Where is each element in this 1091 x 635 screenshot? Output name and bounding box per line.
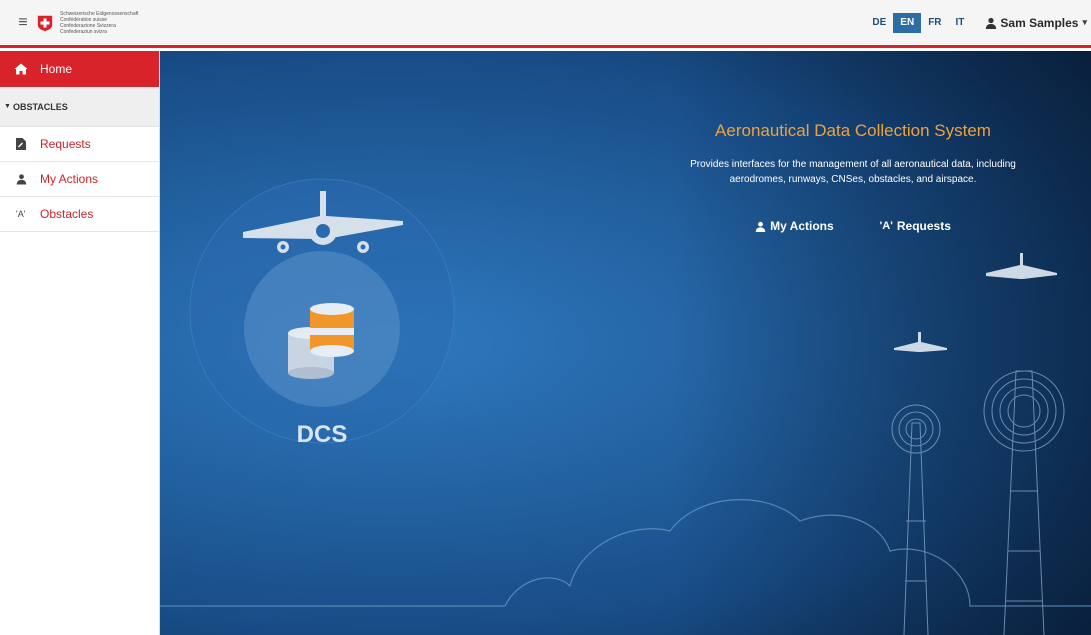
user-icon: [986, 17, 997, 29]
cloud-outline: [160, 499, 1091, 607]
sidebar-item-label: Requests: [40, 137, 91, 151]
sidebar-item-home[interactable]: Home: [0, 51, 159, 87]
confederation-text: Schweizerische Eidgenossenschaft Confédé…: [60, 11, 138, 35]
lang-de[interactable]: DE: [865, 13, 893, 33]
home-icon: [14, 63, 28, 75]
user-menu[interactable]: Sam Samples ▾: [985, 16, 1087, 30]
sidebar-item-my-actions[interactable]: My Actions: [0, 162, 159, 197]
my-actions-link[interactable]: My Actions: [755, 219, 834, 233]
requests-label: Requests: [896, 219, 951, 233]
header-right: DE EN FR IT Sam Samples ▾: [865, 0, 1091, 45]
top-header: ≡ Schweizerische Eidgenossenschaft Confé…: [0, 0, 1091, 48]
my-actions-label: My Actions: [770, 219, 834, 233]
document-icon: [16, 138, 40, 150]
caret-down-icon: ▾: [1082, 17, 1087, 27]
caret-down-icon: ▼: [4, 103, 11, 110]
sidebar-item-obstacles[interactable]: 'A' Obstacles: [0, 197, 159, 232]
lang-en[interactable]: EN: [893, 12, 922, 33]
swiss-cross-icon: [37, 15, 53, 31]
airplane-icon: [894, 332, 947, 352]
user-icon: [16, 173, 40, 185]
sidebar: Home ▼ OBSTACLES Requests My Actions 'A'…: [0, 51, 160, 635]
dcs-logo-text: DCS: [296, 421, 348, 448]
hero-links: My Actions 'A' Requests: [688, 219, 1018, 233]
airplane-icon: [986, 253, 1057, 279]
confederation-line: Confederaziun svizra: [60, 28, 107, 35]
sidebar-item-label: My Actions: [40, 172, 99, 186]
section-label: OBSTACLES: [12, 101, 68, 112]
menu-icon[interactable]: ≡: [12, 12, 34, 34]
user-name: Sam Samples: [1000, 15, 1079, 30]
requests-link[interactable]: 'A' Requests: [880, 219, 951, 233]
user-icon: [755, 221, 766, 232]
hero-banner: Aeronautical Data Collection System Prov…: [160, 51, 1091, 635]
sidebar-section-obstacles[interactable]: ▼ OBSTACLES: [0, 87, 159, 127]
sidebar-item-label: Obstacles: [40, 207, 94, 221]
sidebar-item-requests[interactable]: Requests: [0, 127, 159, 162]
lang-fr[interactable]: FR: [921, 13, 948, 33]
lang-it[interactable]: IT: [949, 13, 972, 33]
antenna-icon: 'A': [879, 220, 893, 232]
hero-title: Aeronautical Data Collection System: [715, 121, 991, 140]
sidebar-item-label: Home: [40, 62, 73, 76]
antenna-tower-icon: [891, 370, 1065, 635]
confederation-line: Schweizerische Eidgenossenschaft: [60, 10, 139, 17]
hero-description: Provides interfaces for the management o…: [690, 159, 1016, 185]
antenna-icon: 'A': [16, 209, 26, 219]
